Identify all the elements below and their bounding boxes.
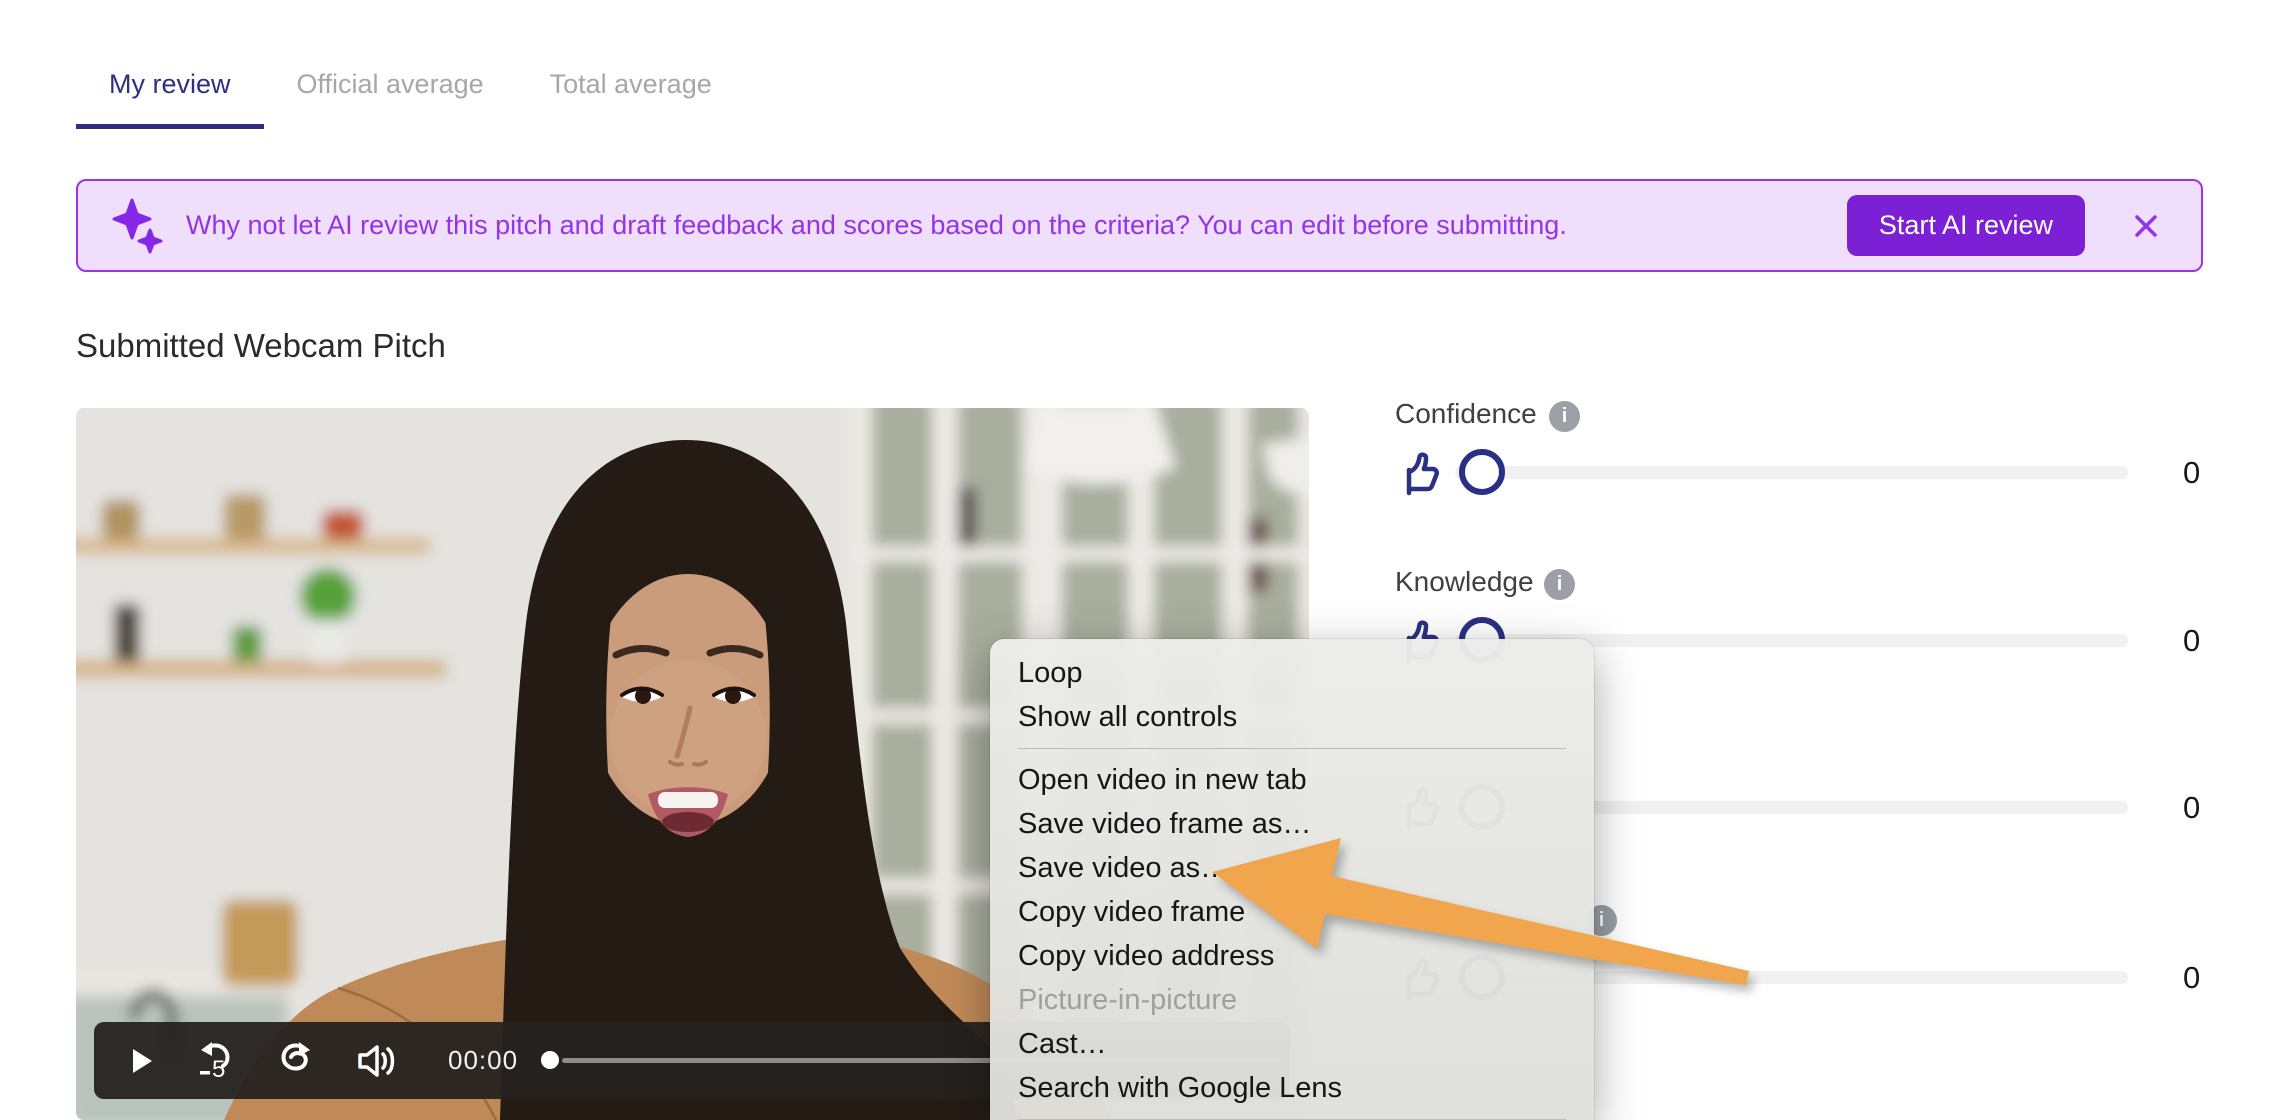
play-icon xyxy=(130,1047,154,1075)
menu-item-loop[interactable]: Loop xyxy=(990,651,1594,695)
menu-item-picture-in-picture: Picture-in-picture xyxy=(990,978,1594,1022)
tab-my-review[interactable]: My review xyxy=(76,55,264,129)
video-progress-thumb[interactable] xyxy=(541,1051,559,1069)
svg-text:5: 5 xyxy=(212,1056,225,1083)
info-icon[interactable]: i xyxy=(1544,569,1575,600)
menu-item-show-all-controls[interactable]: Show all controls xyxy=(990,695,1594,739)
close-icon[interactable] xyxy=(2129,209,2163,243)
confidence-slider-thumb[interactable] xyxy=(1459,449,1505,495)
menu-item-cast[interactable]: Cast… xyxy=(990,1022,1594,1066)
page-title: Submitted Webcam Pitch xyxy=(76,327,446,365)
skip-forward-icon xyxy=(273,1039,317,1083)
menu-item-save-video-as[interactable]: Save video as… xyxy=(990,846,1594,890)
info-icon[interactable]: i xyxy=(1549,401,1580,432)
tab-official-average[interactable]: Official average xyxy=(264,55,517,129)
menu-separator xyxy=(1018,748,1566,749)
start-ai-review-button[interactable]: Start AI review xyxy=(1847,195,2085,256)
menu-item-save-video-frame-as[interactable]: Save video frame as… xyxy=(990,802,1594,846)
criterion-3-value: 0 xyxy=(2183,790,2200,826)
review-tabs: My review Official average Total average xyxy=(76,55,745,129)
banner-message: Why not let AI review this pitch and dra… xyxy=(186,210,1567,241)
menu-item-search-with-google-lens[interactable]: Search with Google Lens xyxy=(990,1066,1594,1110)
menu-item-copy-video-frame[interactable]: Copy video frame xyxy=(990,890,1594,934)
tab-total-average[interactable]: Total average xyxy=(517,55,745,129)
ai-review-banner: Why not let AI review this pitch and dra… xyxy=(76,179,2203,272)
sparkles-icon xyxy=(112,198,166,254)
thumbs-up-icon[interactable] xyxy=(1396,450,1442,496)
video-context-menu: Loop Show all controls Open video in new… xyxy=(990,639,1594,1120)
skip-back-5-icon: 5 xyxy=(194,1039,238,1083)
criterion-4-value: 0 xyxy=(2183,960,2200,996)
confidence-value: 0 xyxy=(2183,455,2200,491)
confidence-slider-track[interactable] xyxy=(1455,466,2128,479)
play-button[interactable] xyxy=(122,1022,162,1099)
skip-forward-button[interactable] xyxy=(273,1022,317,1099)
menu-item-open-video-in-new-tab[interactable]: Open video in new tab xyxy=(990,758,1594,802)
skip-back-5-button[interactable]: 5 xyxy=(194,1022,238,1099)
criterion-label-knowledge: Knowledge xyxy=(1395,566,1534,598)
menu-item-copy-video-address[interactable]: Copy video address xyxy=(990,934,1594,978)
speaker-icon xyxy=(356,1043,400,1079)
knowledge-value: 0 xyxy=(2183,623,2200,659)
confidence-slider-row: 0 xyxy=(1395,449,2205,495)
criterion-label-confidence: Confidence xyxy=(1395,398,1537,430)
review-page: My review Official average Total average… xyxy=(0,0,2278,1120)
video-time: 00:00 xyxy=(448,1022,518,1099)
volume-button[interactable] xyxy=(356,1022,400,1099)
